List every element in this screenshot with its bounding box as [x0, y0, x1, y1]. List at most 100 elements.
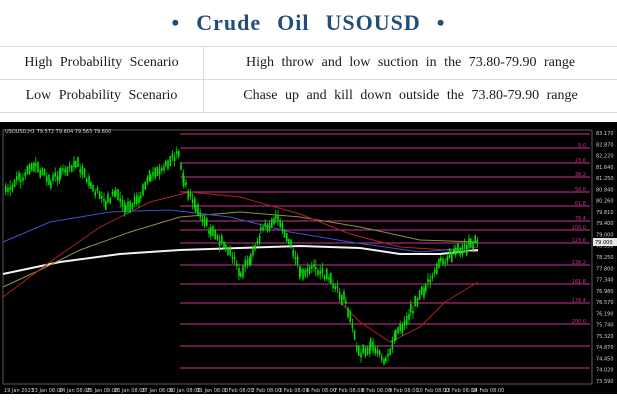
candle-body: [374, 347, 376, 354]
candle-body: [290, 239, 292, 248]
candle-body: [43, 169, 46, 176]
price-axis-label: 80.260: [596, 199, 614, 205]
candle-body: [56, 176, 59, 181]
candle-body: [308, 266, 311, 274]
candle-body: [370, 339, 372, 348]
time-axis-label: 19 Jan 2023: [4, 388, 34, 394]
candle-body: [173, 158, 176, 162]
fib-level-label: 0.0: [578, 143, 586, 149]
price-axis-label: 74.450: [596, 356, 614, 362]
candle-body: [315, 266, 317, 269]
candle-body: [326, 269, 328, 279]
price-axis-label: 79.810: [596, 210, 614, 216]
candle-body: [455, 247, 457, 256]
candle-body: [401, 324, 404, 334]
candle-body: [470, 238, 472, 248]
candle-body: [240, 272, 242, 277]
candle-body: [206, 218, 208, 226]
candle-body: [183, 176, 185, 187]
candle-body: [403, 320, 406, 326]
price-axis-label: 76.980: [596, 289, 614, 295]
candle-body: [176, 151, 178, 154]
candle-body: [129, 201, 131, 213]
price-axis-label: 79.000: [596, 232, 614, 238]
chart-canvas[interactable]: 0.0 23.6 38.2 50.0 61.8 76.4 100.0 123.6 138.2 16…: [0, 122, 617, 394]
candle-body: [421, 286, 423, 296]
candle-body: [349, 311, 351, 323]
time-axis-label: 7 Feb 08:00: [334, 388, 364, 394]
candle-body: [328, 277, 330, 280]
candle-body: [216, 235, 219, 240]
price-axis-label: 77.800: [596, 266, 614, 272]
candle-body: [360, 352, 362, 358]
candle-body: [54, 172, 56, 177]
candle-body: [476, 240, 479, 244]
candle-body: [286, 232, 288, 242]
candle-body: [167, 160, 169, 170]
candle-body: [343, 291, 345, 300]
candle-body: [474, 235, 476, 243]
price-axis-label: 81.250: [596, 176, 614, 182]
candle-body: [321, 267, 324, 274]
candle-body: [136, 195, 138, 205]
candle-body: [306, 268, 309, 273]
candle-body: [52, 174, 54, 181]
candle-body: [227, 247, 229, 255]
candle-body: [332, 283, 334, 288]
fib-level-label: 100.0: [572, 225, 586, 231]
candle-body: [221, 235, 223, 244]
candle-body: [92, 184, 94, 192]
candle-body: [468, 238, 470, 247]
fib-level-label: 50.0: [575, 187, 586, 193]
fib-level-label: 200.0: [572, 319, 586, 325]
candle-body: [22, 177, 24, 181]
candle-body: [366, 347, 369, 355]
price-axis-label: 76.570: [596, 300, 614, 306]
price-axis-label: 82.220: [596, 154, 614, 160]
candle-body: [304, 269, 306, 276]
candle-body: [334, 286, 336, 290]
candle-body: [5, 185, 7, 193]
fib-level-label: 123.6: [572, 238, 586, 244]
candle-body: [453, 248, 455, 252]
candle-body: [427, 279, 429, 283]
price-chart[interactable]: 0.0 23.6 38.2 50.0 61.8 76.4 100.0 123.6 138.2 16…: [0, 122, 617, 394]
candle-body: [438, 258, 440, 268]
candle-body: [83, 168, 86, 178]
title-bullet-right: •: [436, 10, 446, 35]
candle-body: [218, 240, 221, 246]
title-word-crude: Crude: [196, 10, 262, 35]
candle-body: [356, 345, 358, 350]
candle-body: [133, 196, 136, 204]
candle-body: [442, 258, 444, 265]
candle-body: [376, 349, 379, 354]
candle-body: [101, 195, 103, 199]
candle-body: [260, 227, 262, 231]
candle-body: [48, 174, 50, 186]
candle-body: [264, 222, 266, 226]
candle-body: [250, 253, 252, 265]
candle-body: [62, 168, 64, 171]
candle-body: [31, 163, 33, 171]
candle-body: [121, 200, 124, 207]
candle-body: [317, 270, 319, 275]
candle-body: [144, 181, 146, 190]
candle-body: [423, 287, 425, 298]
candle-body: [105, 201, 107, 210]
candle-body: [94, 191, 96, 196]
candle-body: [440, 257, 442, 261]
candle-body: [277, 215, 279, 222]
candle-body: [111, 191, 114, 195]
candle-body: [185, 182, 187, 186]
candle-body: [191, 199, 194, 204]
candle-body: [296, 256, 299, 265]
candle-body: [399, 323, 401, 332]
candle-body: [446, 256, 449, 262]
candle-body: [125, 205, 127, 212]
candle-body: [389, 348, 391, 356]
candle-body: [244, 260, 246, 268]
candle-body: [208, 230, 210, 235]
candle-body: [75, 161, 77, 168]
candle-body: [26, 165, 29, 174]
candle-body: [201, 219, 204, 223]
